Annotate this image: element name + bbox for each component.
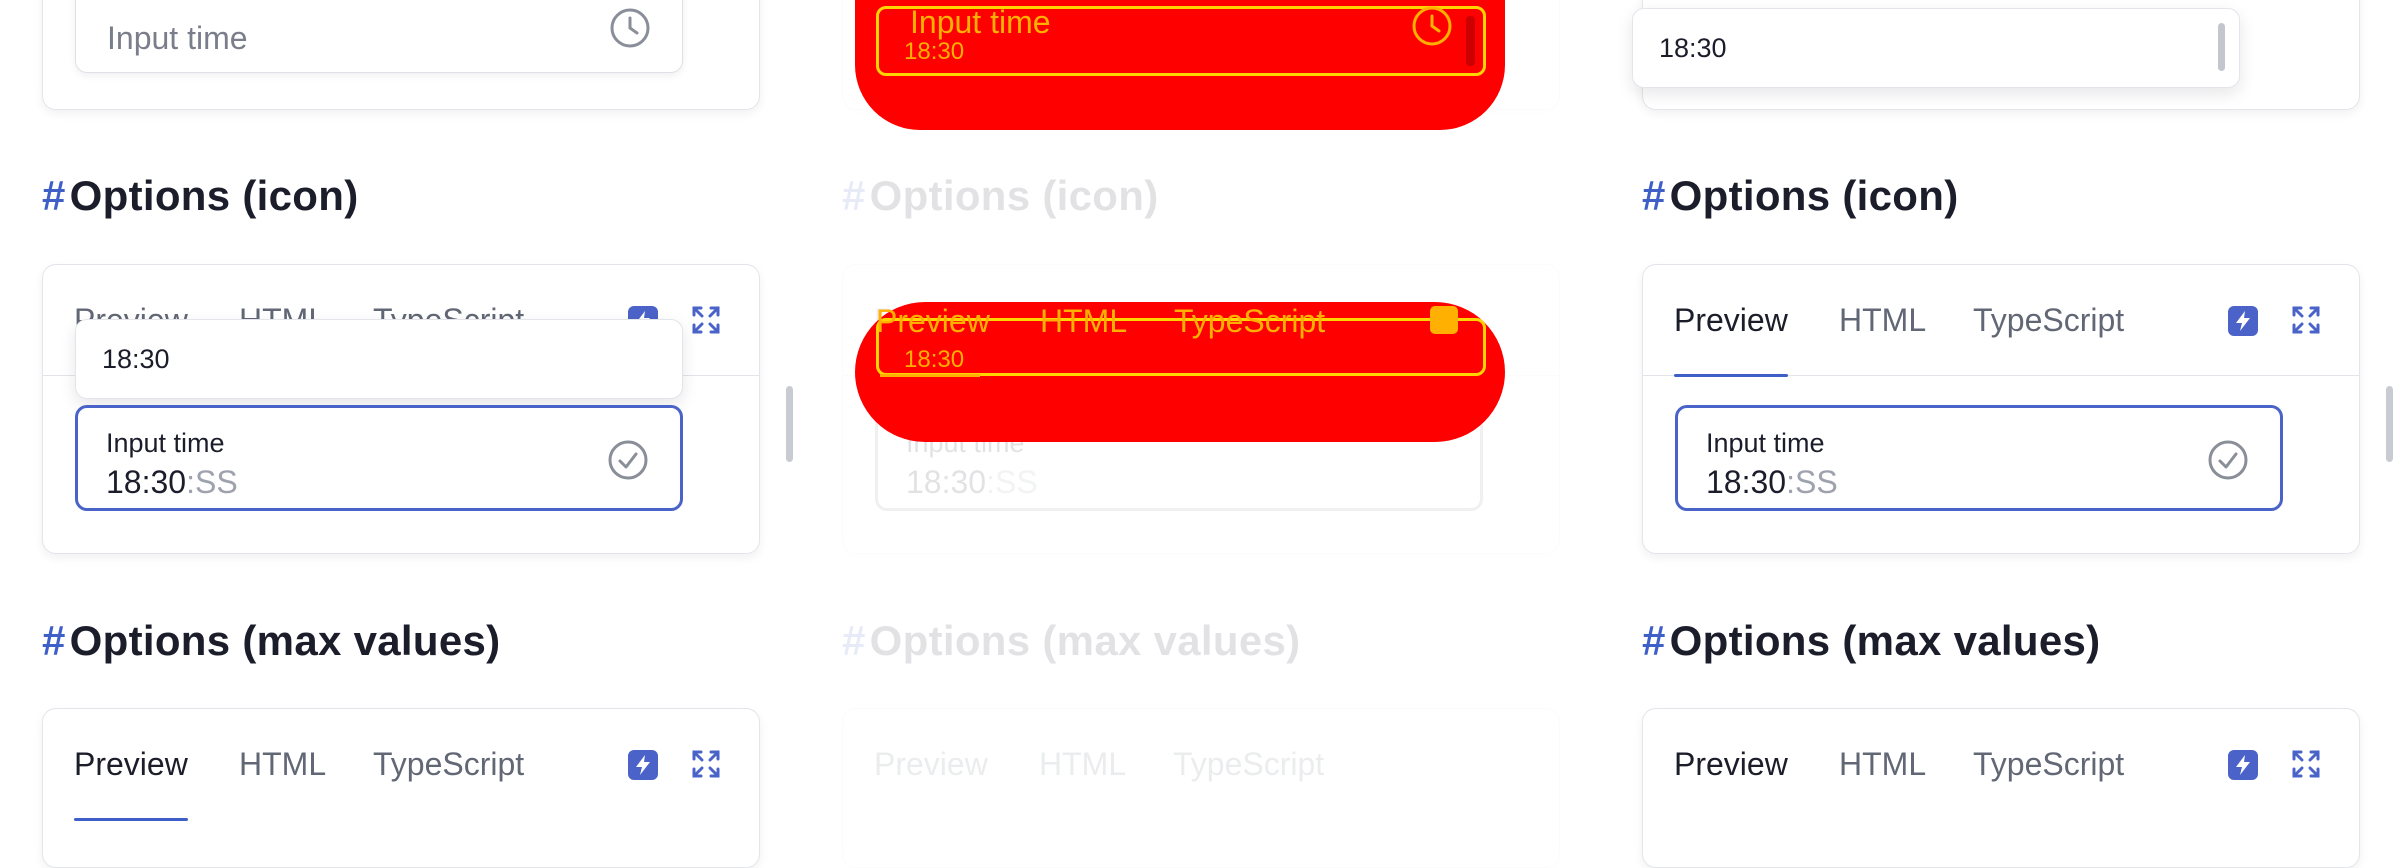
dropdown-scrollbar[interactable] <box>2218 23 2225 71</box>
tab-preview[interactable]: Preview <box>1674 265 1788 377</box>
check-circle-icon[interactable] <box>606 438 650 482</box>
time-input-label: Input time <box>106 428 225 458</box>
section-heading-max: #Options (max values) <box>42 617 500 665</box>
overlay-tab-preview: Preview <box>876 303 990 339</box>
overlay-tab-html: HTML <box>1040 303 1128 339</box>
section-heading-icon: #Options (icon) <box>842 172 1159 220</box>
tab-typescript[interactable]: TypeScript <box>373 709 524 819</box>
time-input-field-focused[interactable]: Input time 18:30:SS <box>75 405 683 511</box>
fullscreen-expand-icon[interactable] <box>691 749 721 779</box>
overlay-dropdown-text: 18:30 <box>904 346 965 373</box>
tab-html[interactable]: HTML <box>1039 709 1126 819</box>
fullscreen-expand-icon[interactable] <box>691 305 721 335</box>
anchor-hash-icon[interactable]: # <box>1642 617 1666 664</box>
options-max-card: Preview HTML TypeScript <box>842 708 1560 868</box>
stackblitz-bolt-icon[interactable] <box>2228 750 2258 780</box>
time-dropdown-option[interactable]: 18:30 <box>1659 33 1727 64</box>
anchor-hash-icon[interactable]: # <box>42 172 66 219</box>
overlay-bolt-icon <box>1430 306 1458 334</box>
tab-bar: Preview HTML TypeScript <box>1643 709 2359 819</box>
options-max-card: Preview HTML TypeScript <box>42 708 760 868</box>
tab-typescript[interactable]: TypeScript <box>1973 709 2124 819</box>
anchor-hash-icon[interactable]: # <box>842 617 866 664</box>
overlay-dropdown-text: 18:30 <box>904 38 965 65</box>
time-dropdown: 18:30 <box>75 319 683 399</box>
tab-bar: Preview HTML TypeScript <box>1643 265 2359 377</box>
example-column-1: Input time #Options (icon) Preview HTML … <box>0 0 800 868</box>
time-input-value: 18:30:SS <box>1706 464 1838 500</box>
options-icon-card: Preview HTML TypeScript 18:30 Input time… <box>42 264 760 554</box>
tab-bar: Preview HTML TypeScript <box>43 709 759 821</box>
fullscreen-expand-icon[interactable] <box>2291 305 2321 335</box>
time-input-label: Input time <box>1706 428 1825 458</box>
section-heading-text: Options (max values) <box>1669 617 2101 664</box>
anchor-hash-icon[interactable]: # <box>842 172 866 219</box>
overlay-clock-icon <box>1412 6 1452 46</box>
time-dropdown-option[interactable]: 18:30 <box>102 344 170 375</box>
stackblitz-bolt-icon[interactable] <box>628 750 658 780</box>
section-heading-text: Options (max values) <box>869 617 1301 664</box>
overlay-scroll-thumb <box>1466 16 1475 66</box>
tab-preview[interactable]: Preview <box>1674 709 1788 819</box>
tab-html[interactable]: HTML <box>1839 265 1926 375</box>
time-dropdown: 18:30 <box>1632 8 2240 88</box>
tab-preview[interactable]: Preview <box>874 709 988 819</box>
time-input-placeholder: Input time <box>107 20 248 56</box>
time-input-value: 18:30:SS <box>906 464 1038 500</box>
section-heading-icon: #Options (icon) <box>1642 172 1959 220</box>
anchor-hash-icon[interactable]: # <box>1642 172 1666 219</box>
clock-icon[interactable] <box>608 6 652 50</box>
overlay-placeholder-text: Input time <box>910 4 1051 40</box>
tab-typescript[interactable]: TypeScript <box>1173 709 1324 819</box>
section-heading-text: Options (icon) <box>69 172 359 219</box>
check-circle-icon[interactable] <box>2206 438 2250 482</box>
fullscreen-expand-icon[interactable] <box>2291 749 2321 779</box>
section-heading-max: #Options (max values) <box>1642 617 2100 665</box>
tab-html[interactable]: HTML <box>239 709 326 819</box>
time-input-field-focused[interactable]: Input time 18:30:SS <box>1675 405 2283 511</box>
overlay-tab-typescript: TypeScript <box>1174 303 1326 339</box>
section-heading-max: #Options (max values) <box>842 617 1300 665</box>
options-icon-card: Preview HTML TypeScript Input time 18:30… <box>1642 264 2360 554</box>
section-heading-icon: #Options (icon) <box>42 172 359 220</box>
example-column-3: 18:30 #Options (icon) Preview HTML TypeS… <box>1600 0 2400 868</box>
time-input-card: Input time <box>42 0 760 110</box>
overlay-tab-underline <box>880 374 980 377</box>
stackblitz-bolt-icon[interactable] <box>2228 306 2258 336</box>
tab-preview[interactable]: Preview <box>74 709 188 821</box>
section-heading-text: Options (icon) <box>1669 172 1959 219</box>
options-max-card: Preview HTML TypeScript <box>1642 708 2360 868</box>
anchor-hash-icon[interactable]: # <box>42 617 66 664</box>
scrollbar-thumb[interactable] <box>786 386 793 462</box>
section-heading-text: Options (max values) <box>69 617 501 664</box>
tab-html[interactable]: HTML <box>1839 709 1926 819</box>
time-input-field[interactable]: Input time <box>75 0 683 73</box>
tab-typescript[interactable]: TypeScript <box>1973 265 2124 375</box>
scrollbar-thumb[interactable] <box>2386 386 2393 462</box>
section-heading-text: Options (icon) <box>869 172 1159 219</box>
time-input-value: 18:30:SS <box>106 464 238 500</box>
tab-bar: Preview HTML TypeScript <box>843 709 1559 819</box>
